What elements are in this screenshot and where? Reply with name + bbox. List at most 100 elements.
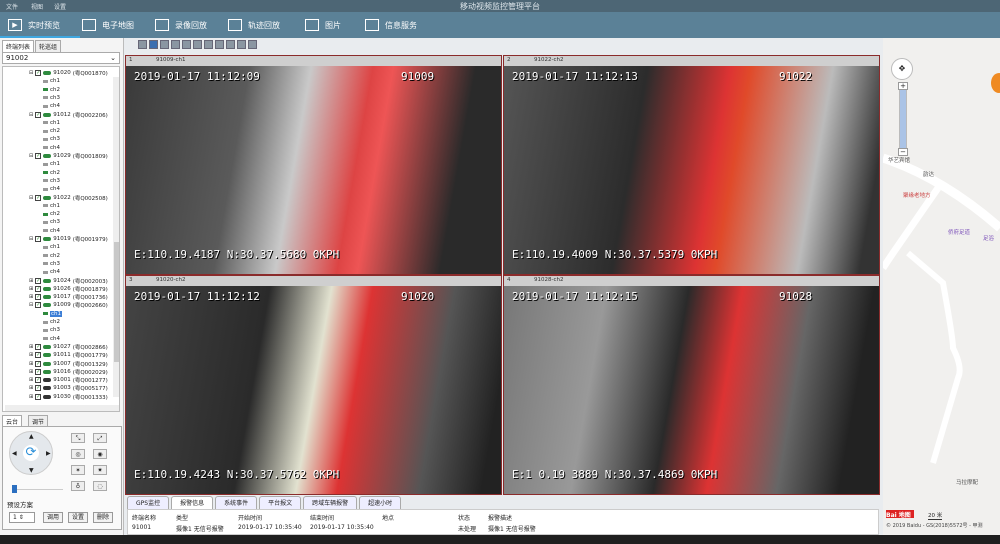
checkbox[interactable]: ✓ [35, 377, 42, 384]
expand-toggle-icon[interactable]: ⊞ [29, 286, 33, 292]
checkbox[interactable]: ✓ [35, 352, 42, 359]
focus-near-icon[interactable]: ◎ [71, 449, 85, 459]
expand-toggle-icon[interactable]: ⊞ [29, 278, 33, 284]
zoom-out-icon[interactable]: ⤡ [71, 433, 85, 443]
scrollbar-thumb[interactable] [114, 242, 119, 362]
expand-toggle-icon[interactable]: ⊟ [29, 153, 33, 159]
video-pane[interactable]: 3 91020-ch2 2019-01-17 11:12:12 91020 E:110.… [125, 275, 502, 495]
video-pane[interactable]: 2 91022-ch2 2019-01-17 11:12:13 91022 E:110.… [503, 55, 880, 275]
checkbox[interactable]: ✓ [35, 153, 42, 159]
tree-horizontal-scrollbar[interactable] [5, 405, 119, 411]
tree-vehicle[interactable]: ⊟ ✓ 91019 (粤Q001979) [29, 235, 108, 243]
arrow-down-icon[interactable]: ▼ [29, 467, 34, 474]
checkbox[interactable]: ✓ [35, 236, 42, 242]
ptz-direction-pad[interactable]: ⟳ ▲ ▼ ◀ ▶ [9, 431, 53, 475]
tree-channel[interactable]: ch1 [43, 243, 60, 251]
nav-picture[interactable]: 图片 [305, 16, 341, 34]
tree-vehicle[interactable]: ⊞ ✓ 91026 (粤Q001879) [29, 285, 108, 293]
nav-info-service[interactable]: 信息服务 [365, 16, 417, 34]
fullscreen-icon[interactable] [248, 40, 257, 49]
tree-channel[interactable]: ch2 [43, 127, 60, 135]
zoom-in-icon[interactable]: ⤢ [93, 433, 107, 443]
refresh-icon[interactable]: ⟳ [23, 445, 39, 461]
tree-channel[interactable]: ch2 [43, 86, 60, 94]
tree-vehicle[interactable]: ⊞ ✓ 91001 (粤Q001277) [29, 376, 108, 384]
menu-view[interactable]: 视图 [31, 2, 43, 11]
tree-channel[interactable]: ch4 [43, 144, 60, 152]
arrow-up-icon[interactable]: ▲ [29, 433, 34, 440]
wiper-icon[interactable]: ◌ [93, 481, 107, 491]
tree-channel[interactable]: ch4 [43, 335, 60, 343]
call-preset-button[interactable]: 调用 [43, 512, 64, 523]
nav-video-camera[interactable]: 录像回放 [155, 16, 207, 34]
expand-toggle-icon[interactable]: ⊞ [29, 344, 33, 350]
bottom-tab[interactable]: 超速小时 [359, 496, 402, 509]
video-pane[interactable]: 1 91009-ch1 2019-01-17 11:12:09 91009 E:110.… [125, 55, 502, 275]
tree-vehicle[interactable]: ⊟ ✓ 91022 (粤Q002508) [29, 194, 108, 202]
checkbox[interactable]: ✓ [35, 70, 42, 76]
layout-9-icon[interactable] [182, 40, 191, 49]
expand-toggle-icon[interactable]: ⊞ [29, 352, 33, 358]
checkbox[interactable]: ✓ [35, 294, 42, 301]
tree-channel[interactable]: ch3 [43, 260, 60, 268]
layout-8-icon[interactable] [171, 40, 180, 49]
tree-channel[interactable]: ch1 [43, 160, 60, 168]
expand-toggle-icon[interactable]: ⊞ [29, 369, 33, 375]
tree-channel[interactable]: ch4 [43, 227, 60, 235]
layout-25-icon[interactable] [226, 40, 235, 49]
menu-file[interactable]: 文件 [6, 2, 18, 11]
iris-close-icon[interactable]: ✶ [71, 465, 85, 475]
layout-36-icon[interactable] [237, 40, 246, 49]
checkbox[interactable]: ✓ [35, 393, 42, 400]
expand-toggle-icon[interactable]: ⊟ [29, 70, 33, 76]
checkbox[interactable]: ✓ [35, 111, 42, 118]
checkbox[interactable]: ✓ [35, 302, 42, 309]
tree-vehicle[interactable]: ⊞ ✓ 91007 (粤Q001329) [29, 360, 108, 368]
layout-10-icon[interactable] [193, 40, 202, 49]
nav-play[interactable]: ▶ 实时预览 [8, 16, 60, 34]
tree-channel[interactable]: ch3 [43, 177, 60, 185]
tree-vehicle[interactable]: ⊞ ✓ 91030 (粤Q001333) [29, 393, 108, 401]
tree-vehicle[interactable]: ⊞ ✓ 91027 (粤Q002866) [29, 343, 108, 351]
bottom-tab[interactable]: GPS监控 [127, 496, 170, 509]
checkbox[interactable]: ✓ [35, 368, 42, 375]
nav-track[interactable]: 轨迹回放 [228, 16, 280, 34]
expand-toggle-icon[interactable]: ⊞ [29, 361, 33, 367]
arrow-right-icon[interactable]: ▶ [46, 450, 51, 457]
expand-toggle-icon[interactable]: ⊟ [29, 302, 33, 308]
tree-channel[interactable]: ch1 [43, 77, 60, 85]
tree-channel[interactable]: ch3 [43, 218, 60, 226]
expand-toggle-icon[interactable]: ⊟ [29, 236, 33, 242]
map-pan-control[interactable]: ✥ [891, 58, 913, 80]
map-zoom-slider[interactable] [899, 83, 907, 153]
tree-channel[interactable]: ch3 [43, 135, 60, 143]
zoom-in-button[interactable]: + [898, 82, 908, 90]
delete-preset-button[interactable]: 删除 [93, 512, 114, 523]
checkbox[interactable]: ✓ [35, 343, 42, 350]
bottom-tab[interactable]: 平台报文 [259, 496, 302, 509]
expand-toggle-icon[interactable]: ⊟ [29, 195, 33, 201]
tree-vehicle[interactable]: ⊟ ✓ 91020 (粤Q001870) [29, 69, 108, 77]
preset-stepper[interactable]: 1 ⇕ [9, 512, 35, 523]
tree-channel[interactable]: ch3 [43, 94, 60, 102]
tree-channel[interactable]: ch1 [43, 310, 63, 318]
terminal-dropdown[interactable]: 91002 ⌄ [2, 52, 120, 64]
tree-channel[interactable]: ch4 [43, 185, 60, 193]
vehicle-marker[interactable] [991, 73, 1000, 93]
light-icon[interactable]: ♁ [71, 481, 85, 491]
expand-toggle-icon[interactable]: ⊞ [29, 385, 33, 391]
bottom-tab[interactable]: 报警信息 [171, 496, 214, 509]
speed-slider-handle[interactable] [12, 485, 17, 493]
tree-vehicle[interactable]: ⊟ ✓ 91009 (粤Q002660) [29, 301, 108, 309]
tree-vehicle[interactable]: ⊞ ✓ 91024 (粤Q002003) [29, 277, 108, 285]
expand-toggle-icon[interactable]: ⊟ [29, 112, 33, 118]
layout-16-icon[interactable] [215, 40, 224, 49]
tree-channel[interactable]: ch1 [43, 202, 60, 210]
tree-channel[interactable]: ch2 [43, 252, 60, 260]
tree-channel[interactable]: ch2 [43, 169, 60, 177]
speed-slider[interactable] [13, 489, 63, 490]
map-panel[interactable]: ✥ + − 华艺宾馆 韵达 聚缘老地方 侨府足道 足浴 马拉摩配 Bai 地图 … [883, 38, 1000, 535]
video-pane[interactable]: 4 91028-ch2 2019-01-17 11:12:15 91028 E:1 0.… [503, 275, 880, 495]
bottom-tab[interactable]: 系统事件 [215, 496, 258, 509]
zoom-out-button[interactable]: − [898, 148, 908, 156]
